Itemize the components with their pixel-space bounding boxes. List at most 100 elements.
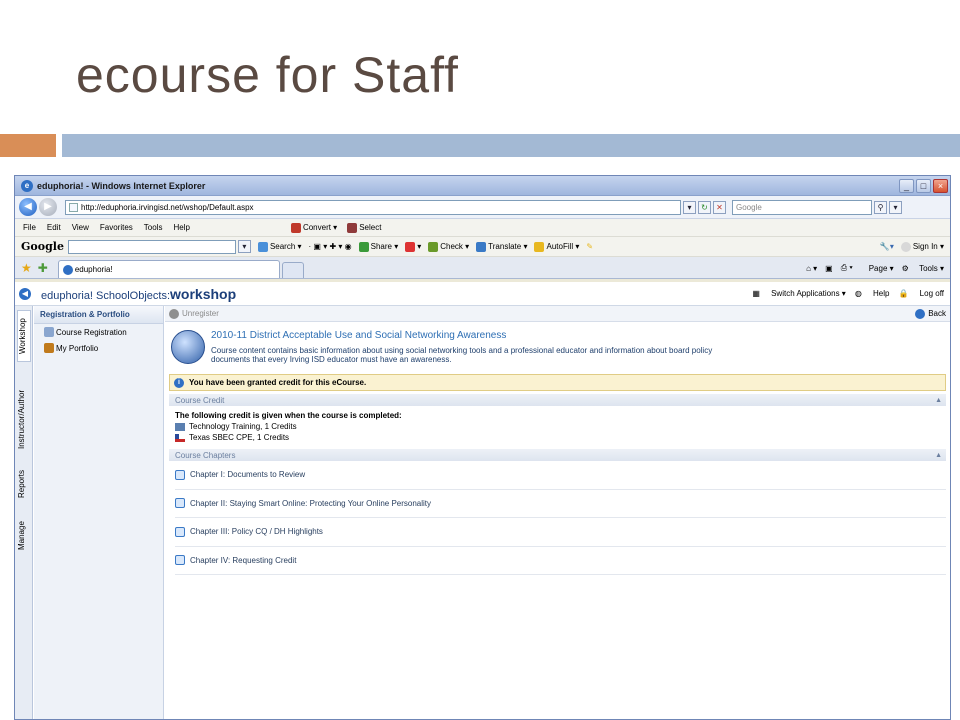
convert-button[interactable]: Convert ▾ [290, 222, 337, 233]
page-menu[interactable]: Page ▾ [861, 264, 894, 273]
user-icon [900, 241, 911, 252]
course-description-line-2: documents that every Irving ISD educator… [211, 355, 452, 364]
ie-tab-icon [62, 264, 73, 275]
side-tab-workshop[interactable]: Workshop [17, 310, 31, 362]
refresh-button[interactable]: ↻ [698, 200, 711, 214]
tab-eduphoria[interactable]: eduphoria! [57, 260, 280, 278]
address-bar[interactable]: http://eduphoria.irvingisd.net/wshop/Def… [65, 199, 681, 215]
app-back-icon[interactable]: ◀ [19, 287, 31, 300]
highlighter-icon[interactable]: ✎ [586, 242, 593, 251]
favorites-star-icon[interactable]: ★ [21, 258, 32, 278]
select-label: Select [359, 223, 382, 232]
stop-button[interactable]: ✕ [713, 200, 726, 214]
command-bar: ⌂ ▾ ▣ ⎙ ▾ Page ▾ ⚙ Tools ▾ [798, 258, 944, 278]
course-description-line-1: Course content contains basic informatio… [211, 346, 713, 355]
side-tab-manage[interactable]: Manage [17, 514, 31, 558]
google-dropdown-button[interactable]: ▾ [237, 240, 251, 253]
address-dropdown-button[interactable]: ▾ [683, 200, 696, 214]
forward-button[interactable]: ▶ [39, 198, 57, 216]
google-check-button[interactable]: Check ▾ [428, 241, 469, 252]
help-button[interactable]: ◍ Help [855, 289, 890, 298]
home-icon[interactable]: ⌂ ▾ [806, 264, 817, 273]
nav-course-registration-label: Course Registration [56, 327, 127, 337]
page-menu-label: Page [868, 263, 888, 273]
switch-applications-button[interactable]: ▦ Switch Applications ▾ [752, 289, 846, 298]
unregister-button[interactable]: Unregister [169, 308, 219, 319]
eduphoria-page: ◀ eduphoria! SchoolObjects:workshop ▦ Sw… [15, 282, 950, 719]
google-toolbar: Google ▾ Search ▾ · ▣ ▾ ✚ ▾ ◉ Share ▾ ▾ … [15, 237, 950, 257]
share-icon [358, 241, 369, 252]
google-search-input[interactable] [67, 239, 236, 254]
tab-bar: ★ ✚ eduphoria! ⌂ ▾ ▣ ⎙ ▾ Page ▾ ⚙ Tools … [15, 257, 950, 279]
search-icon[interactable]: ⚲ [874, 200, 887, 214]
menu-edit[interactable]: Edit [47, 223, 61, 232]
back-arrow-icon [915, 308, 926, 319]
technology-icon [175, 422, 185, 431]
chapter-label: Chapter IV: Requesting Credit [190, 555, 297, 565]
browser-window: e eduphoria! - Windows Internet Explorer… [14, 175, 951, 720]
menu-favorites[interactable]: Favorites [100, 223, 133, 232]
google-translate-button[interactable]: Translate ▾ [476, 241, 527, 252]
google-search-button[interactable]: Search ▾ [257, 241, 302, 252]
course-description: Course content contains basic informatio… [211, 346, 811, 364]
google-autofill-button[interactable]: AutoFill ▾ [534, 241, 579, 252]
chapter-label: Chapter II: Staying Smart Online: Protec… [190, 498, 432, 508]
credit-notice-text: You have been granted credit for this eC… [189, 378, 367, 387]
side-tab-reports[interactable]: Reports [17, 464, 31, 504]
chapter-item[interactable]: Chapter IV: Requesting Credit [175, 547, 946, 575]
feeds-icon[interactable]: ▣ [825, 264, 833, 273]
computer-icon [44, 327, 54, 337]
add-favorites-icon[interactable]: ✚ [38, 258, 48, 278]
google-translate-label: Translate [488, 242, 522, 251]
back-link[interactable]: Back [915, 308, 946, 319]
log-off-button[interactable]: 🔒 Log off [898, 289, 944, 298]
credit-item: Technology Training, 1 Credits [175, 422, 940, 431]
ie-logo-icon: e [21, 179, 33, 192]
autofill-icon [534, 241, 545, 252]
collapse-credit-icon[interactable]: ▲ [935, 397, 942, 404]
menu-file[interactable]: File [23, 223, 36, 232]
accent-bar-blue [62, 134, 960, 157]
google-tools-group[interactable]: · ▣ ▾ ✚ ▾ ◉ [309, 242, 352, 251]
select-button[interactable]: Select [347, 222, 382, 233]
close-button[interactable]: × [933, 178, 948, 193]
main-content: Unregister Back 2010-11 District Accepta… [165, 306, 950, 719]
maximize-button[interactable]: □ [916, 178, 931, 193]
wrench-icon[interactable]: 🔧▾ [880, 242, 894, 251]
menu-tools[interactable]: Tools [144, 223, 163, 232]
google-search-label: Search [269, 242, 296, 251]
chapter-item[interactable]: Chapter III: Policy CQ / DH Highlights [175, 518, 946, 547]
course-credit-header[interactable]: Course Credit ▲ [169, 394, 946, 406]
google-check-label: Check [440, 242, 463, 251]
chapter-item[interactable]: Chapter I: Documents to Review [175, 461, 946, 490]
search-input[interactable]: Google [732, 199, 872, 215]
collapse-chapters-icon[interactable]: ▲ [935, 452, 942, 459]
credit-lead: The following credit is given when the c… [175, 411, 402, 420]
back-button[interactable]: ◀ [19, 198, 37, 216]
google-logo: Google [21, 240, 64, 253]
menu-help[interactable]: Help [173, 223, 189, 232]
side-tab-instructor-author[interactable]: Instructor/Author [17, 380, 31, 458]
google-share-button[interactable]: Share ▾ [358, 241, 398, 252]
minimize-button[interactable]: _ [899, 178, 914, 193]
nav-course-registration[interactable]: Course Registration [34, 324, 163, 340]
logo-prefix: eduphoria! SchoolObjects: [41, 289, 171, 302]
nav-my-portfolio[interactable]: My Portfolio [34, 340, 163, 356]
new-tab-button[interactable] [281, 262, 304, 278]
accent-bar-orange [0, 134, 56, 157]
chapter-item[interactable]: Chapter II: Staying Smart Online: Protec… [175, 490, 946, 518]
globe-icon [171, 330, 205, 364]
menu-view[interactable]: View [72, 223, 89, 232]
course-chapters-title: Course Chapters [175, 450, 236, 460]
workshop-logo: eduphoria! SchoolObjects:workshop [41, 286, 236, 302]
google-sign-in-button[interactable]: Sign In ▾ [900, 241, 944, 252]
spellcheck-icon [428, 241, 439, 252]
print-icon[interactable]: ⎙ ▾ [841, 263, 853, 273]
tools-menu[interactable]: ⚙ Tools ▾ [902, 264, 944, 273]
google-bookmark-button[interactable]: ▾ [405, 241, 421, 252]
search-options-button[interactable]: ▾ [889, 200, 902, 214]
content-toolbar: Unregister Back [165, 306, 950, 322]
unregister-icon [169, 308, 179, 319]
select-icon [347, 222, 358, 233]
course-chapters-header[interactable]: Course Chapters ▲ [169, 449, 946, 461]
